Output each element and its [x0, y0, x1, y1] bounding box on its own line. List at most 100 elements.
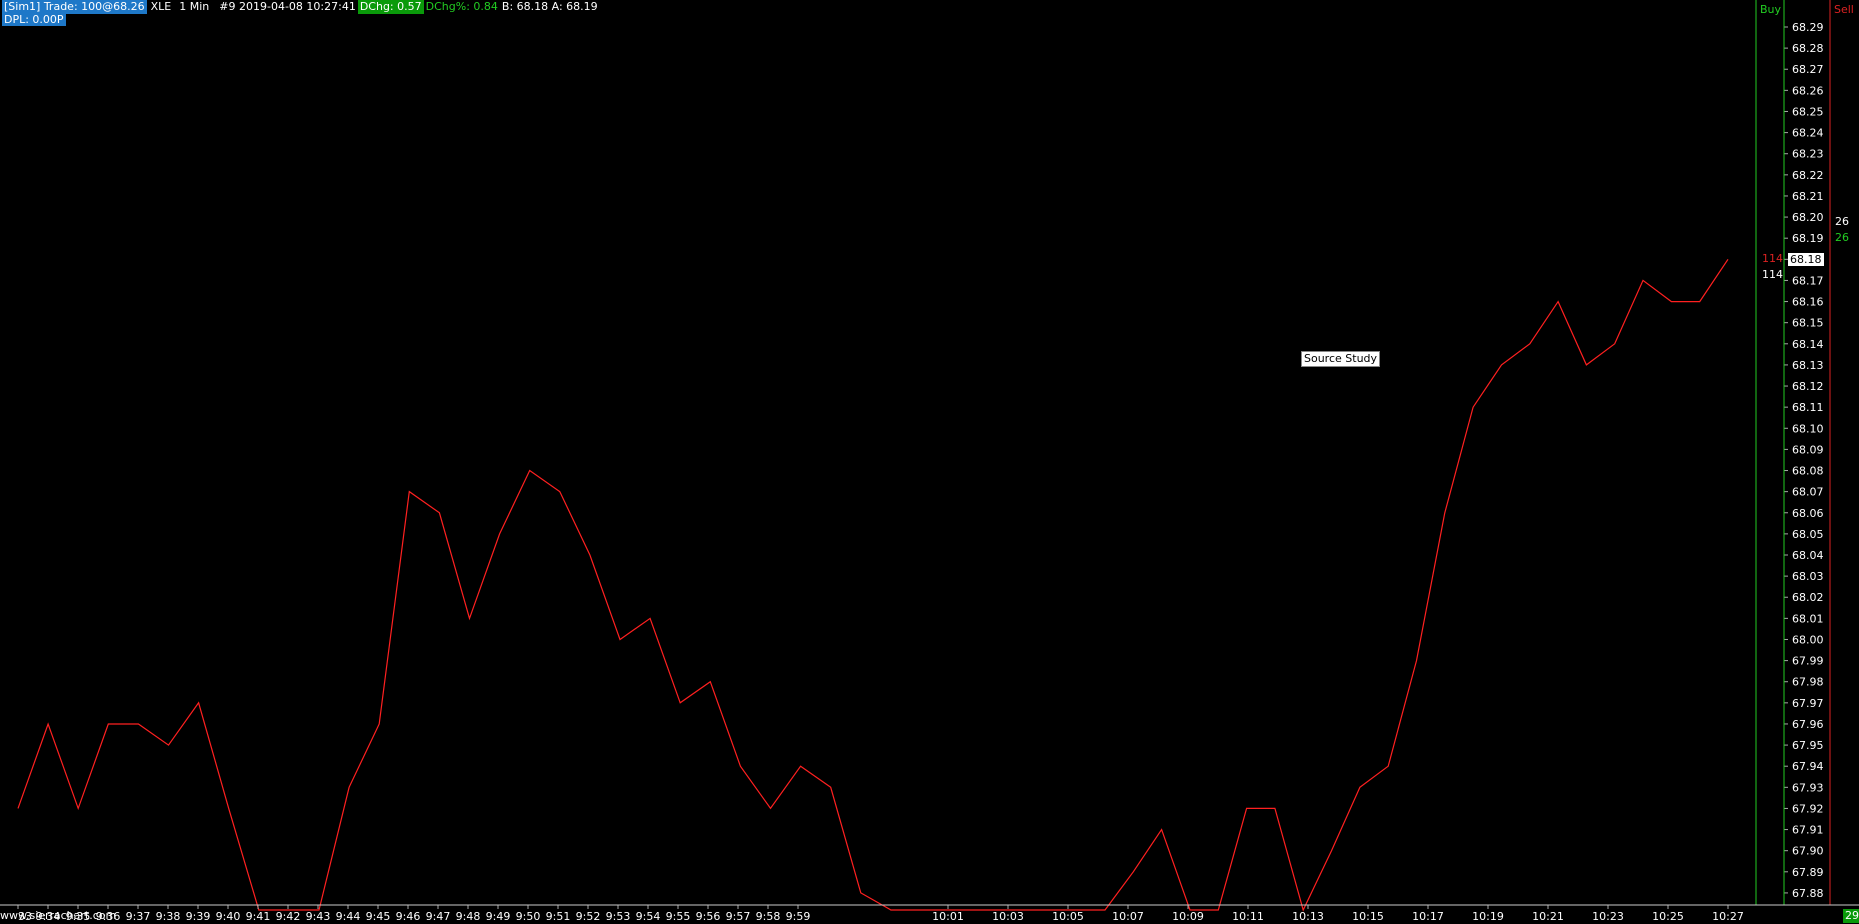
time-tick-label: 10:19 — [1472, 910, 1504, 923]
time-axis: 33 9:34 9:35 9:36 9:37 9:38 9:39 9:40 9:41 9:42 9:… — [17, 905, 1744, 923]
price-tick-label: 68.03 — [1792, 570, 1824, 583]
price-tick-label: 67.92 — [1792, 802, 1824, 815]
time-tick-label: 10:17 — [1412, 910, 1444, 923]
price-tick-label: 67.98 — [1792, 676, 1824, 689]
time-tick-label: 10:05 — [1052, 910, 1084, 923]
price-tick-label: 68.16 — [1792, 296, 1824, 309]
price-tick-label: 68.22 — [1792, 169, 1824, 182]
price-tick-label: 68.23 — [1792, 148, 1824, 161]
bar-info: #9 2019-04-08 10:27:41 — [219, 0, 356, 13]
time-tick-label: 9:48 — [456, 910, 481, 923]
ask-size-green: 26 — [1835, 231, 1849, 244]
price-tick-label: 68.01 — [1792, 612, 1824, 625]
time-tick-label: 9:38 — [156, 910, 181, 923]
price-tick-label: 68.07 — [1792, 486, 1824, 499]
price-tick-label: 68.09 — [1792, 443, 1824, 456]
time-tick-label: 10:21 — [1532, 910, 1564, 923]
price-tick-label: 68.12 — [1792, 380, 1824, 393]
symbol-label: XLE — [150, 0, 172, 13]
price-tick-label: 68.24 — [1792, 127, 1824, 140]
price-tick-label: 67.91 — [1792, 824, 1824, 837]
time-tick-label: 9:41 — [246, 910, 271, 923]
time-tick-label: 10:25 — [1652, 910, 1684, 923]
time-tick-label: 10:23 — [1592, 910, 1624, 923]
price-tick-label: 68.25 — [1792, 105, 1824, 118]
watermark: www.sierrachart.com — [0, 909, 117, 922]
time-tick-label: 10:07 — [1112, 910, 1144, 923]
sell-column-header[interactable]: Sell — [1834, 3, 1854, 16]
corner-badge[interactable]: 29 — [1843, 909, 1859, 923]
time-tick-label: 9:58 — [756, 910, 781, 923]
time-tick-label: 10:01 — [932, 910, 964, 923]
time-tick-label: 9:47 — [426, 910, 451, 923]
price-tick-label: 68.02 — [1792, 591, 1824, 604]
time-tick-label: 9:55 — [666, 910, 691, 923]
buy-column-header[interactable]: Buy — [1760, 3, 1781, 16]
price-tick-label: 68.11 — [1792, 401, 1824, 414]
time-tick-label: 9:39 — [186, 910, 211, 923]
price-tick-label: 67.95 — [1792, 739, 1824, 752]
daily-change-percent: DChg%: 0.84 — [425, 0, 498, 13]
price-tick-label: 67.89 — [1792, 866, 1824, 879]
time-tick-label: 9:43 — [306, 910, 331, 923]
time-tick-label: 9:45 — [366, 910, 391, 923]
sim-trade-info: [Sim1] Trade: 100@68.26 — [2, 0, 147, 14]
time-tick-label: 10:13 — [1292, 910, 1324, 923]
time-tick-label: 10:03 — [992, 910, 1024, 923]
time-tick-label: 9:42 — [276, 910, 301, 923]
time-tick-label: 10:09 — [1172, 910, 1204, 923]
ask-size-white: 26 — [1835, 215, 1849, 228]
time-tick-label: 9:52 — [576, 910, 601, 923]
price-line-series — [17, 258, 1729, 912]
price-tick-label: 68.26 — [1792, 84, 1824, 97]
bid-ask: B: 68.18 A: 68.19 — [501, 0, 598, 13]
price-tick-label: 67.93 — [1792, 781, 1824, 794]
time-tick-label: 9:46 — [396, 910, 421, 923]
time-tick-label: 9:50 — [516, 910, 541, 923]
chart-header: [Sim1] Trade: 100@68.26 XLE 1 Min #9 201… — [2, 0, 598, 14]
current-price-tag: 68.18 — [1788, 253, 1824, 266]
time-tick-label: 9:53 — [606, 910, 631, 923]
timeframe-label: 1 Min — [179, 0, 210, 13]
price-tick-label: 68.06 — [1792, 507, 1824, 520]
price-tick-label: 68.05 — [1792, 528, 1824, 541]
price-tick-label: 68.17 — [1792, 274, 1824, 287]
time-tick-label: 9:40 — [216, 910, 241, 923]
price-tick-label: 67.97 — [1792, 697, 1824, 710]
time-tick-label: 9:37 — [126, 910, 151, 923]
price-tick-label: 68.20 — [1792, 211, 1824, 224]
source-study-label[interactable]: Source Study — [1301, 351, 1381, 367]
price-tick-label: 68.13 — [1792, 359, 1824, 372]
time-tick-label: 10:15 — [1352, 910, 1384, 923]
price-tick-label: 68.19 — [1792, 232, 1824, 245]
price-tick-label: 68.08 — [1792, 465, 1824, 478]
price-chart[interactable]: 68.29 68.28 68.27 68.26 68.25 68.24 68.23 68.22… — [0, 0, 1859, 924]
time-tick-label: 9:57 — [726, 910, 751, 923]
time-tick-label: 9:44 — [336, 910, 361, 923]
price-tick-label: 68.21 — [1792, 190, 1824, 203]
time-tick-label: 9:56 — [696, 910, 721, 923]
bid-size-white: 114 — [1762, 268, 1783, 281]
daily-change: DChg: 0.57 — [357, 0, 424, 14]
price-axis: 68.29 68.28 68.27 68.26 68.25 68.24 68.23 68.22… — [1784, 21, 1824, 900]
price-tick-label: 67.99 — [1792, 655, 1824, 668]
time-tick-label: 9:54 — [636, 910, 661, 923]
time-tick-label: 9:59 — [786, 910, 811, 923]
price-tick-label: 67.88 — [1792, 887, 1824, 900]
bid-size-red: 114 — [1762, 252, 1783, 265]
price-tick-label: 67.90 — [1792, 845, 1824, 858]
price-tick-label: 68.28 — [1792, 42, 1824, 55]
time-tick-label: 10:27 — [1712, 910, 1744, 923]
price-tick-label: 68.04 — [1792, 549, 1824, 562]
price-tick-label: 68.29 — [1792, 21, 1824, 34]
price-tick-label: 68.15 — [1792, 317, 1824, 330]
time-tick-label: 9:49 — [486, 910, 511, 923]
price-tick-label: 68.14 — [1792, 338, 1824, 351]
price-tick-label: 68.00 — [1792, 633, 1824, 646]
price-tick-label: 67.94 — [1792, 760, 1824, 773]
price-tick-label: 68.27 — [1792, 63, 1824, 76]
price-tick-label: 67.96 — [1792, 718, 1824, 731]
time-tick-label: 9:51 — [546, 910, 571, 923]
time-tick-label: 10:11 — [1232, 910, 1264, 923]
dpl-label: DPL: 0.00P — [2, 13, 66, 26]
